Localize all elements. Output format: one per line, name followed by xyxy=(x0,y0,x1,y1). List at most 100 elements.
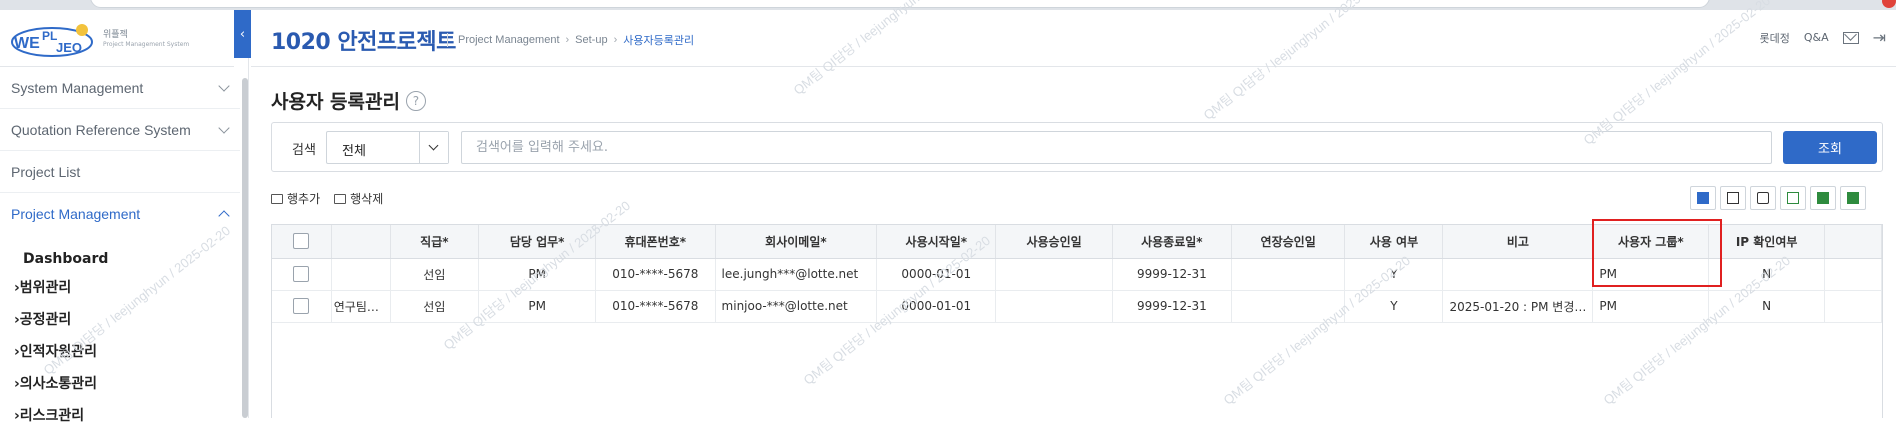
table-cell[interactable]: 2025-01-20 : PM 변경… xyxy=(1442,290,1594,323)
breadcrumb-item[interactable]: Project Management xyxy=(458,34,560,46)
table-cell[interactable]: N xyxy=(1708,290,1825,323)
logo-subtitle: 위플젝 Project Management System xyxy=(103,30,189,50)
grid-tool-button[interactable] xyxy=(1720,186,1746,210)
logout-icon[interactable]: ⇥ xyxy=(1873,28,1886,47)
column-header[interactable]: 담당 업무* xyxy=(478,225,597,259)
extension-icon[interactable] xyxy=(1882,0,1896,8)
table-row[interactable]: 연구팀… 선임 PM 010-****-5678 minjoo-***@lott… xyxy=(272,290,1883,323)
table-cell[interactable] xyxy=(1231,290,1346,323)
table-cell[interactable]: 010-****-5678 xyxy=(595,258,716,291)
table-cell[interactable]: 선임 xyxy=(390,290,480,323)
column-header[interactable]: 직급* xyxy=(390,225,480,259)
project-title[interactable]: 1020 안전프로젝트 xyxy=(271,24,456,56)
submenu-scope[interactable]: ›범위관리 xyxy=(0,272,240,304)
sidebar-scrollbar[interactable] xyxy=(242,78,248,418)
mail-icon[interactable] xyxy=(1842,31,1859,44)
sidebar-item-project-list[interactable]: Project List xyxy=(0,151,240,193)
table-cell[interactable]: lee.jungh***@lotte.net xyxy=(715,258,878,291)
add-row-label: 행추가 xyxy=(287,192,321,206)
table-cell[interactable]: 선임 xyxy=(390,258,480,291)
breadcrumb-item[interactable]: Set-up xyxy=(575,34,607,46)
logo-name-en: Project Management System xyxy=(103,41,190,48)
table-cell[interactable]: 9999-12-31 xyxy=(1112,290,1232,323)
submenu-dashboard[interactable]: Dashboard xyxy=(0,246,240,272)
table-cell[interactable]: Y xyxy=(1344,258,1444,291)
sidebar-item-label: Quotation Reference System xyxy=(11,121,191,138)
table-cell[interactable] xyxy=(995,258,1113,291)
search-select-value: 전체 xyxy=(342,144,366,159)
address-bar[interactable] xyxy=(90,0,1710,8)
header-right: 롯데정 Q&A ⇥ xyxy=(1759,28,1886,47)
row-actions: 행추가 행삭제 xyxy=(271,190,383,207)
sidebar-collapse-button[interactable]: ‹ xyxy=(234,10,251,58)
row-select-cell[interactable] xyxy=(272,258,332,291)
user-name[interactable]: 롯데정 xyxy=(1759,30,1789,46)
row-select-cell[interactable] xyxy=(272,290,332,323)
table-cell[interactable]: PM xyxy=(478,258,597,291)
sidebar-item-project-management[interactable]: Project Management xyxy=(0,193,240,235)
grid-tool-button[interactable] xyxy=(1750,186,1776,210)
column-header[interactable]: 사용자 그룹* xyxy=(1592,225,1710,259)
chevron-right-icon: › xyxy=(565,34,570,46)
column-header[interactable]: 사용승인일 xyxy=(995,225,1113,259)
table-cell[interactable]: minjoo-***@lotte.net xyxy=(715,290,878,323)
delete-row-button[interactable]: 행삭제 xyxy=(334,190,383,207)
breadcrumb-divider xyxy=(447,33,448,47)
table-cell[interactable]: Y xyxy=(1344,290,1444,323)
chevron-down-icon xyxy=(218,79,230,92)
svg-text:WE: WE xyxy=(14,35,40,52)
table-cell[interactable]: 010-****-5678 xyxy=(595,290,716,323)
grid-tool-button[interactable] xyxy=(1690,186,1716,210)
grid-tool-button[interactable] xyxy=(1810,186,1836,210)
table-cell[interactable] xyxy=(1231,258,1346,291)
chevron-down-icon xyxy=(419,132,448,163)
column-header[interactable]: 비고 xyxy=(1442,225,1594,259)
excel-upload-icon xyxy=(1817,192,1829,204)
column-header[interactable]: 휴대폰번호* xyxy=(595,225,716,259)
search-category-select[interactable]: 전체 xyxy=(326,131,449,164)
column-header[interactable] xyxy=(331,225,391,259)
page-title: 사용자 등록관리 ? xyxy=(271,87,426,114)
column-header[interactable]: IP 확인여부 xyxy=(1708,225,1825,259)
search-button[interactable]: 조회 xyxy=(1783,131,1877,164)
search-input[interactable] xyxy=(461,131,1772,164)
table-cell[interactable]: N xyxy=(1708,258,1825,291)
column-header[interactable]: 사용시작일* xyxy=(876,225,997,259)
table-cell[interactable]: PM xyxy=(1592,258,1710,291)
chevron-right-icon: › xyxy=(613,34,618,46)
table-row[interactable]: 선임 PM 010-****-5678 lee.jungh***@lotte.n… xyxy=(272,258,1883,291)
table-cell[interactable]: 연구팀… xyxy=(331,290,391,323)
table-cell[interactable] xyxy=(331,258,391,291)
table-cell[interactable]: PM xyxy=(478,290,597,323)
table-cell[interactable]: 9999-12-31 xyxy=(1112,258,1232,291)
header: 1020 안전프로젝트 Project Management › Set-up … xyxy=(251,10,1896,67)
column-header[interactable]: 사용종료일* xyxy=(1112,225,1232,259)
sidebar-item-quotation-reference[interactable]: Quotation Reference System xyxy=(0,109,240,151)
sidebar-item-system-management[interactable]: System Management xyxy=(0,67,240,109)
table-cell[interactable] xyxy=(1442,258,1594,291)
chevron-up-icon xyxy=(218,210,230,222)
select-all-checkbox[interactable] xyxy=(293,233,310,250)
submenu-communication[interactable]: ›의사소통관리 xyxy=(0,368,240,400)
column-header-select[interactable] xyxy=(272,225,332,259)
table-cell[interactable]: PM xyxy=(1592,290,1710,323)
column-header[interactable]: 연장승인일 xyxy=(1231,225,1346,259)
help-icon[interactable]: ? xyxy=(405,90,426,111)
grid-tool-button[interactable] xyxy=(1840,186,1866,210)
submenu-hr[interactable]: ›인적자원관리 xyxy=(0,336,240,368)
table-cell[interactable] xyxy=(995,290,1113,323)
logo-name-kr: 위플젝 xyxy=(103,30,128,40)
qa-link[interactable]: Q&A xyxy=(1804,31,1829,44)
column-header-filler xyxy=(1824,225,1883,259)
row-checkbox[interactable] xyxy=(293,266,310,282)
column-header[interactable]: 회사이메일* xyxy=(715,225,878,259)
table-cell[interactable]: 0000-01-01 xyxy=(876,258,997,291)
logo[interactable]: WE PL JEO xyxy=(10,20,94,58)
column-header[interactable]: 사용 여부 xyxy=(1344,225,1444,259)
submenu-schedule[interactable]: ›공정관리 xyxy=(0,304,240,336)
row-checkbox[interactable] xyxy=(293,298,310,314)
submenu-risk[interactable]: ›리스크관리 xyxy=(0,400,240,432)
grid-tool-button[interactable] xyxy=(1780,186,1806,210)
table-cell[interactable]: 0000-01-01 xyxy=(876,290,997,323)
add-row-button[interactable]: 행추가 xyxy=(271,190,320,207)
